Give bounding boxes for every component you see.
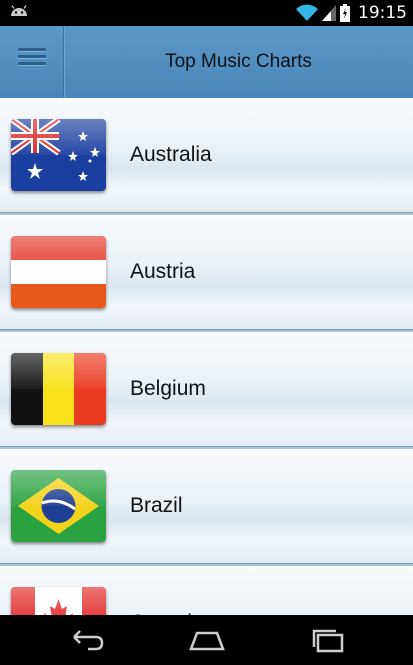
country-name: Australia bbox=[130, 143, 212, 166]
country-name: Austria bbox=[130, 260, 196, 283]
hamburger-menu-icon bbox=[18, 48, 46, 69]
menu-button[interactable] bbox=[0, 26, 64, 98]
status-bar: 19:15 bbox=[0, 0, 413, 26]
australia-flag-icon bbox=[11, 119, 106, 191]
brazil-flag-icon bbox=[11, 470, 106, 542]
page-title: Top Music Charts bbox=[165, 51, 312, 72]
country-list[interactable]: Australia Austria Belgium Brazil bbox=[0, 98, 413, 615]
country-name: Belgium bbox=[130, 377, 206, 400]
android-icon bbox=[11, 5, 27, 16]
list-item-belgium[interactable]: Belgium bbox=[0, 332, 413, 447]
list-item-brazil[interactable]: Brazil bbox=[0, 449, 413, 564]
battery-icon bbox=[340, 4, 350, 22]
belgium-flag-icon bbox=[11, 353, 106, 425]
home-icon[interactable] bbox=[187, 625, 227, 655]
signal-icon bbox=[322, 5, 336, 21]
list-item-australia[interactable]: Australia bbox=[0, 98, 413, 213]
wifi-icon bbox=[296, 4, 318, 21]
back-icon[interactable] bbox=[66, 625, 106, 655]
recent-apps-icon[interactable] bbox=[308, 625, 348, 655]
action-bar: Top Music Charts bbox=[0, 26, 413, 99]
country-name: Brazil bbox=[130, 494, 183, 517]
canada-flag-icon bbox=[11, 587, 106, 615]
country-name: Canada bbox=[130, 566, 204, 615]
list-item-canada[interactable]: Canada bbox=[0, 566, 413, 615]
status-time: 19:15 bbox=[358, 3, 407, 23]
austria-flag-icon bbox=[11, 236, 106, 308]
list-item-austria[interactable]: Austria bbox=[0, 215, 413, 330]
navigation-bar bbox=[0, 615, 413, 665]
